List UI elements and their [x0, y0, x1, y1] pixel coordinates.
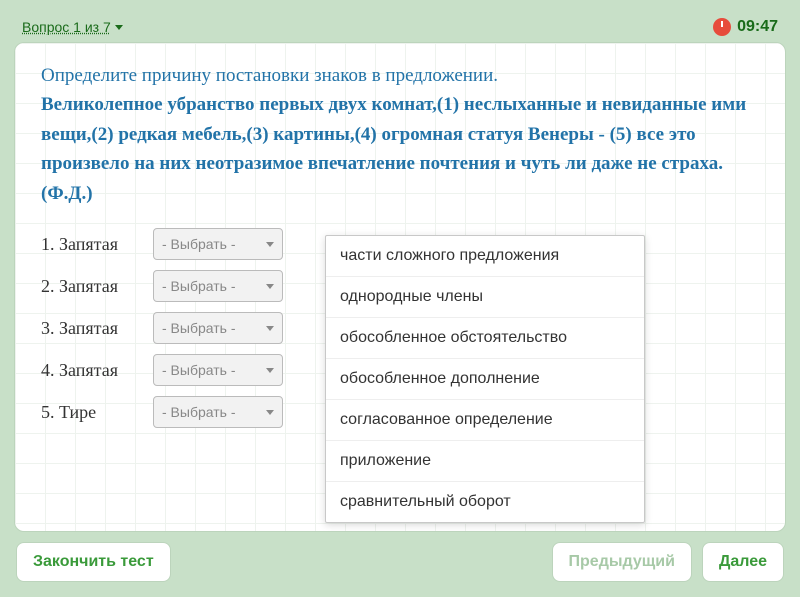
- header-bar: Вопрос 1 из 7 09:47: [14, 14, 786, 42]
- answer-select-3[interactable]: - Выбрать -: [153, 312, 283, 344]
- chevron-down-icon: [266, 242, 274, 247]
- select-placeholder: - Выбрать -: [162, 278, 236, 294]
- dropdown-menu: части сложного предложения однородные чл…: [325, 235, 645, 523]
- previous-button[interactable]: Предыдущий: [552, 542, 692, 582]
- dropdown-option[interactable]: однородные члены: [326, 277, 644, 318]
- answer-select-5[interactable]: - Выбрать -: [153, 396, 283, 428]
- dropdown-option[interactable]: приложение: [326, 441, 644, 482]
- select-placeholder: - Выбрать -: [162, 404, 236, 420]
- chevron-down-icon: [115, 25, 123, 30]
- answer-label: 3. Запятая: [41, 318, 141, 339]
- select-placeholder: - Выбрать -: [162, 236, 236, 252]
- chevron-down-icon: [266, 284, 274, 289]
- answer-label: 2. Запятая: [41, 276, 141, 297]
- select-placeholder: - Выбрать -: [162, 362, 236, 378]
- chevron-down-icon: [266, 326, 274, 331]
- question-indicator-text: Вопрос 1 из 7: [22, 19, 111, 35]
- answer-select-4[interactable]: - Выбрать -: [153, 354, 283, 386]
- footer-bar: Закончить тест Предыдущий Далее: [14, 542, 786, 582]
- answer-label: 1. Запятая: [41, 234, 141, 255]
- answer-select-1[interactable]: - Выбрать -: [153, 228, 283, 260]
- dropdown-option[interactable]: согласованное определение: [326, 400, 644, 441]
- chevron-down-icon: [266, 410, 274, 415]
- answer-label: 4. Запятая: [41, 360, 141, 381]
- timer-wrap: 09:47: [713, 18, 778, 36]
- app-frame: Вопрос 1 из 7 09:47 Определите причину п…: [8, 8, 792, 588]
- finish-test-button[interactable]: Закончить тест: [16, 542, 171, 582]
- answer-label: 5. Тире: [41, 402, 141, 423]
- nav-button-group: Предыдущий Далее: [552, 542, 784, 582]
- dropdown-option[interactable]: обособленное дополнение: [326, 359, 644, 400]
- timer-text: 09:47: [737, 18, 778, 36]
- question-card: Определите причину постановки знаков в п…: [14, 42, 786, 532]
- question-prompt: Определите причину постановки знаков в п…: [41, 61, 759, 90]
- select-placeholder: - Выбрать -: [162, 320, 236, 336]
- dropdown-option[interactable]: обособленное обстоятельство: [326, 318, 644, 359]
- next-button[interactable]: Далее: [702, 542, 784, 582]
- question-indicator-link[interactable]: Вопрос 1 из 7: [22, 19, 123, 35]
- dropdown-option[interactable]: сравнительный оборот: [326, 482, 644, 522]
- clock-icon: [713, 18, 731, 36]
- dropdown-option[interactable]: части сложного предложения: [326, 236, 644, 277]
- answer-select-2[interactable]: - Выбрать -: [153, 270, 283, 302]
- question-sentence: Великолепное убранство первых двух комна…: [41, 90, 759, 208]
- chevron-down-icon: [266, 368, 274, 373]
